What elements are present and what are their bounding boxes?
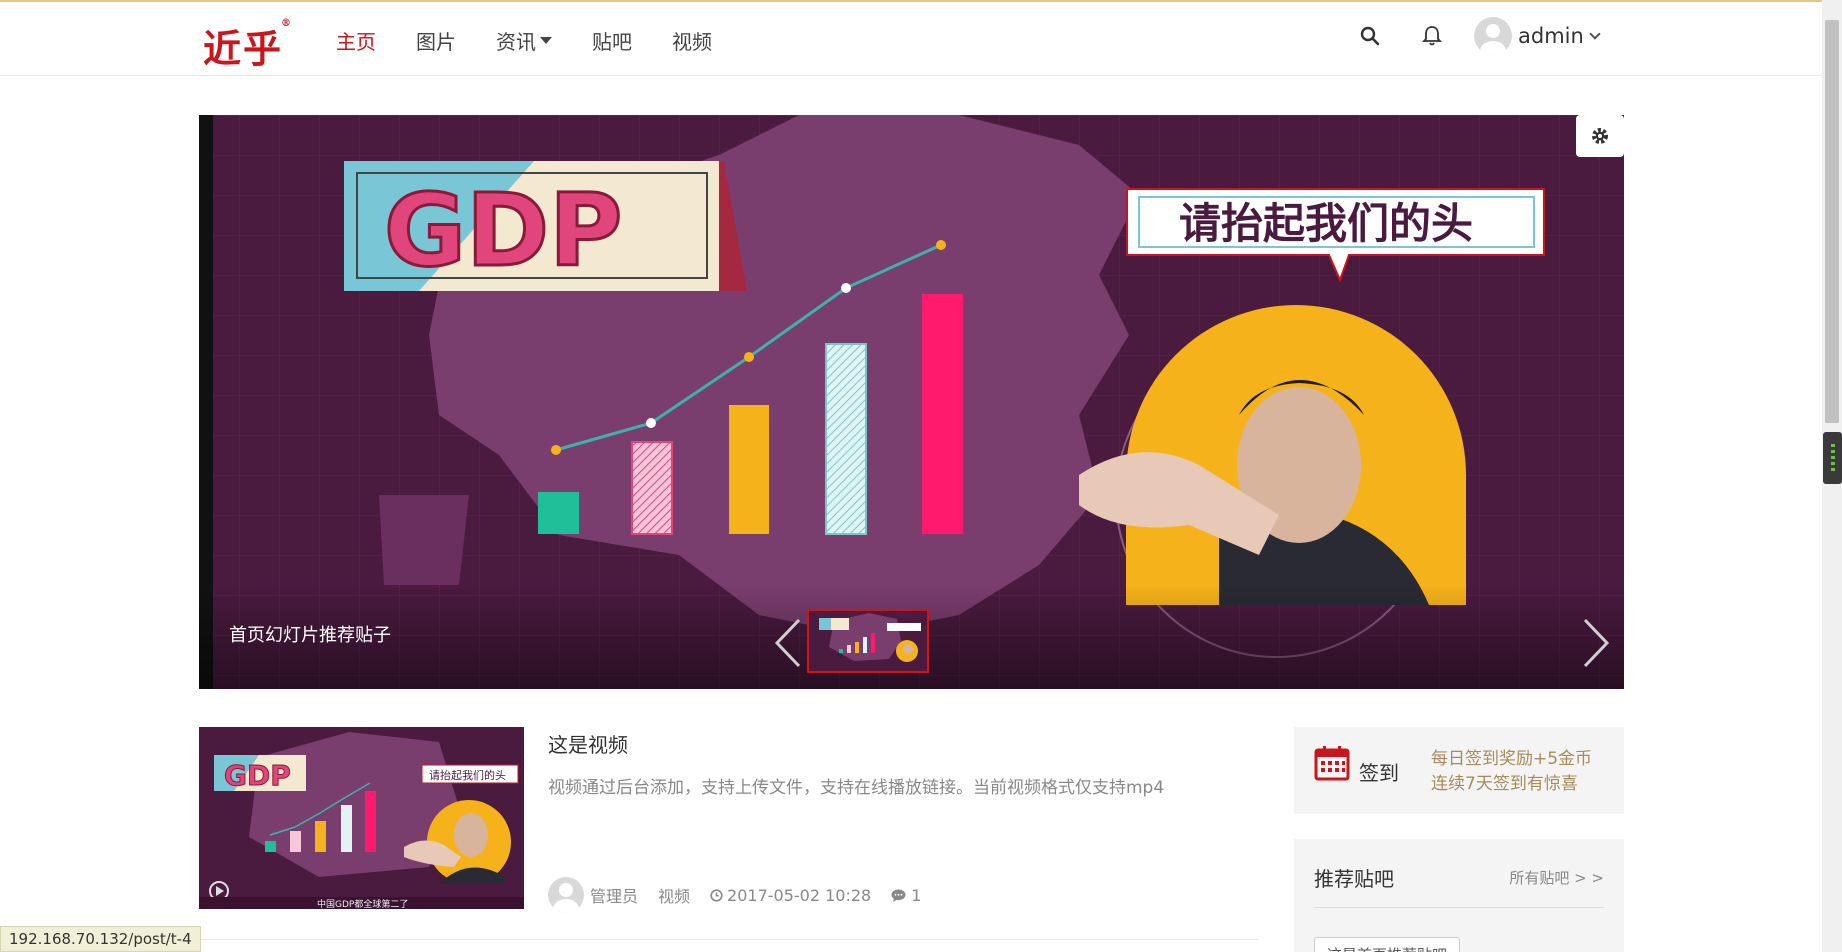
post-title[interactable]: 这是视频 <box>548 729 628 758</box>
post-thumb-speech: 请抬起我们的头 <box>429 768 506 782</box>
nav-label: 图片 <box>416 30 456 54</box>
recommended-forum-item[interactable]: 这是首页推荐贴吧 <box>1314 937 1461 952</box>
nav-label: 资讯 <box>496 30 536 54</box>
site-header: 近乎® 主页 图片 资讯 贴吧 视频 admin <box>0 2 1822 76</box>
recommended-forums-title: 推荐贴吧 <box>1314 867 1394 891</box>
post-datetime-text: 2017-05-02 10:28 <box>727 885 872 905</box>
checkin-button[interactable]: 签到 <box>1359 757 1399 786</box>
post-divider <box>199 939 1258 940</box>
chevron-down-icon <box>1589 27 1601 40</box>
slide-caption[interactable]: 首页幻灯片推荐贴子 <box>229 621 391 647</box>
notifications-button[interactable] <box>1412 16 1452 56</box>
panel-divider <box>1314 907 1604 908</box>
slider-prev-arrow-icon[interactable] <box>773 618 803 668</box>
nav-label: 主页 <box>336 30 376 54</box>
checkin-panel: 签到 每日签到奖励+5金币 连续7天签到有惊喜 <box>1294 727 1624 814</box>
logo-registered-mark: ® <box>281 18 294 30</box>
post-thumbnail-image: GDP 请抬起我们的头 中国GDP都全球第二了 <box>199 727 524 909</box>
slider-next-arrow-icon[interactable] <box>1581 618 1611 668</box>
gdp-title: GDP <box>384 172 622 289</box>
avatar[interactable] <box>548 877 584 913</box>
slider-settings-button[interactable] <box>1576 115 1624 157</box>
header-actions: admin <box>1350 16 1601 56</box>
post-meta: 管理员 视频 2017-05-02 10:28 1 <box>548 876 921 914</box>
site-logo[interactable]: 近乎® <box>203 18 295 73</box>
checkin-reward-text: 每日签到奖励+5金币 连续7天签到有惊喜 <box>1431 747 1592 797</box>
avatar <box>1474 17 1512 55</box>
status-bar-url: 192.168.70.132/post/t-4 <box>0 926 201 952</box>
user-name: admin <box>1518 24 1584 48</box>
search-icon <box>1360 26 1380 46</box>
user-menu[interactable]: admin <box>1474 17 1601 55</box>
post-comments-count: 1 <box>911 885 922 905</box>
slide-image: GDP 请抬起我们的头 <box>199 115 1624 689</box>
post-category[interactable]: 视频 <box>658 883 690 907</box>
nav-item-news[interactable]: 资讯 <box>496 26 552 55</box>
post-author[interactable]: 管理员 <box>590 883 638 907</box>
comment-icon <box>891 889 906 902</box>
slide-thumbnail[interactable] <box>807 609 929 673</box>
clock-icon <box>710 888 723 902</box>
search-button[interactable] <box>1350 16 1390 56</box>
bell-icon <box>1422 26 1442 46</box>
floating-side-widget[interactable] <box>1823 432 1842 484</box>
nav-item-video[interactable]: 视频 <box>672 26 712 55</box>
post-thumb-gdp: GDP <box>224 759 291 792</box>
nav-label: 贴吧 <box>592 30 632 54</box>
post-datetime: 2017-05-02 10:28 <box>710 886 871 905</box>
slide-thumbnail-image <box>809 611 927 671</box>
scrollbar-thumb[interactable] <box>1825 20 1839 423</box>
volume-meter-icon <box>1831 444 1835 471</box>
post-comments[interactable]: 1 <box>891 886 921 905</box>
checkin-line-2: 连续7天签到有惊喜 <box>1431 774 1578 794</box>
home-slider[interactable]: GDP 请抬起我们的头 首页幻灯片推荐贴子 <box>199 115 1624 689</box>
all-forums-link[interactable]: 所有贴吧 > > <box>1509 867 1604 888</box>
calendar-icon[interactable] <box>1314 745 1350 781</box>
post-thumb-caption: 中国GDP都全球第二了 <box>317 898 408 909</box>
slide-speech-text: 请抬起我们的头 <box>1179 199 1473 248</box>
nav-item-forum[interactable]: 贴吧 <box>592 26 632 55</box>
post-thumbnail[interactable]: GDP 请抬起我们的头 中国GDP都全球第二了 <box>199 727 524 909</box>
main-nav: 主页 图片 资讯 贴吧 视频 <box>336 26 752 55</box>
recommended-forums-panel: 推荐贴吧 所有贴吧 > > 这是首页推荐贴吧 <box>1294 839 1624 952</box>
nav-item-home[interactable]: 主页 <box>336 26 376 55</box>
logo-text: 近乎 <box>203 26 284 71</box>
caret-down-icon <box>540 37 552 44</box>
nav-label: 视频 <box>672 30 712 54</box>
nav-item-images[interactable]: 图片 <box>416 26 456 55</box>
gear-icon <box>1592 128 1608 144</box>
checkin-line-1: 每日签到奖励+5金币 <box>1431 749 1593 769</box>
post-description: 视频通过后台添加，支持上传文件，支持在线播放链接。当前视频格式仅支持mp4 <box>548 778 1165 798</box>
